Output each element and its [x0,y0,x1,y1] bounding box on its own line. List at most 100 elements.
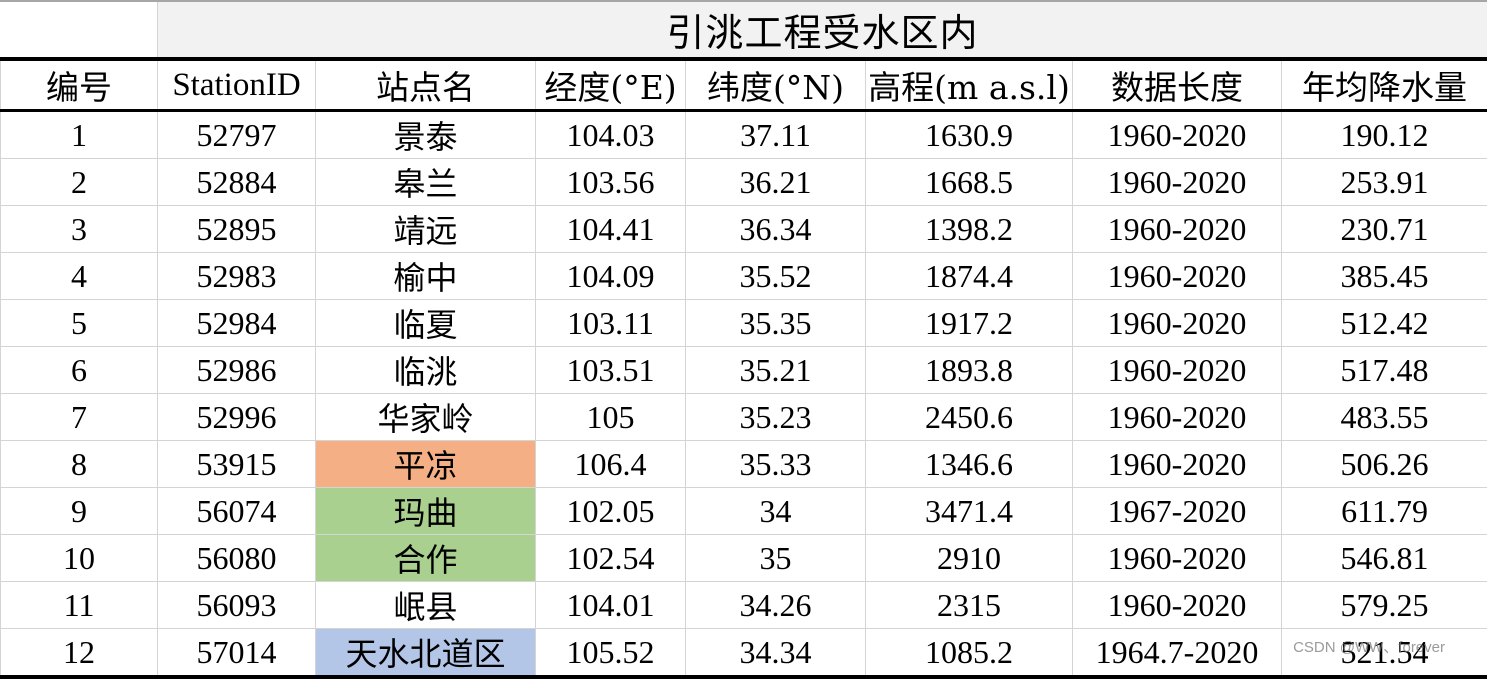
cell-no[interactable]: 9 [1,488,158,535]
cell-annual-precip[interactable]: 253.91 [1282,159,1487,206]
cell-latitude[interactable]: 36.21 [686,159,866,206]
cell-no[interactable]: 5 [1,300,158,347]
cell-latitude[interactable]: 35.23 [686,394,866,441]
cell-elevation[interactable]: 1346.6 [866,441,1073,488]
header-no[interactable]: 编号 [1,59,158,111]
cell-annual-precip[interactable]: 579.25 [1282,582,1487,629]
cell-no[interactable]: 4 [1,253,158,300]
cell-station-id[interactable]: 53915 [158,441,316,488]
cell-elevation[interactable]: 2315 [866,582,1073,629]
cell-station-id[interactable]: 52986 [158,347,316,394]
cell-elevation[interactable]: 1668.5 [866,159,1073,206]
cell-station-name[interactable]: 天水北道区 [316,629,536,678]
header-elevation[interactable]: 高程(m a.s.l) [866,59,1073,111]
cell-data-period[interactable]: 1960-2020 [1073,111,1282,159]
cell-latitude[interactable]: 36.34 [686,206,866,253]
cell-annual-precip[interactable]: 190.12 [1282,111,1487,159]
header-longitude[interactable]: 经度(°E) [536,59,686,111]
cell-station-name[interactable]: 靖远 [316,206,536,253]
cell-data-period[interactable]: 1960-2020 [1073,347,1282,394]
cell-latitude[interactable]: 35.21 [686,347,866,394]
cell-longitude[interactable]: 105 [536,394,686,441]
cell-station-name[interactable]: 华家岭 [316,394,536,441]
cell-elevation[interactable]: 1630.9 [866,111,1073,159]
cell-elevation[interactable]: 1917.2 [866,300,1073,347]
cell-no[interactable]: 3 [1,206,158,253]
cell-elevation[interactable]: 3471.4 [866,488,1073,535]
cell-annual-precip[interactable]: 230.71 [1282,206,1487,253]
cell-annual-precip[interactable]: 385.45 [1282,253,1487,300]
cell-no[interactable]: 6 [1,347,158,394]
cell-data-period[interactable]: 1964.7-2020 [1073,629,1282,678]
cell-station-id[interactable]: 52983 [158,253,316,300]
cell-elevation[interactable]: 1874.4 [866,253,1073,300]
cell-latitude[interactable]: 34 [686,488,866,535]
cell-station-name[interactable]: 玛曲 [316,488,536,535]
cell-data-period[interactable]: 1960-2020 [1073,582,1282,629]
cell-station-name[interactable]: 临夏 [316,300,536,347]
cell-data-period[interactable]: 1960-2020 [1073,300,1282,347]
cell-station-id[interactable]: 52996 [158,394,316,441]
cell-elevation[interactable]: 1085.2 [866,629,1073,678]
cell-latitude[interactable]: 37.11 [686,111,866,159]
cell-longitude[interactable]: 103.51 [536,347,686,394]
cell-annual-precip[interactable]: 521.54 [1282,629,1487,678]
cell-annual-precip[interactable]: 506.26 [1282,441,1487,488]
cell-station-name[interactable]: 岷县 [316,582,536,629]
cell-annual-precip[interactable]: 512.42 [1282,300,1487,347]
cell-data-period[interactable]: 1967-2020 [1073,488,1282,535]
cell-longitude[interactable]: 103.56 [536,159,686,206]
cell-annual-precip[interactable]: 483.55 [1282,394,1487,441]
cell-latitude[interactable]: 35.52 [686,253,866,300]
cell-longitude[interactable]: 104.01 [536,582,686,629]
cell-station-id[interactable]: 56074 [158,488,316,535]
cell-data-period[interactable]: 1960-2020 [1073,394,1282,441]
cell-no[interactable]: 11 [1,582,158,629]
cell-annual-precip[interactable]: 546.81 [1282,535,1487,582]
cell-no[interactable]: 12 [1,629,158,678]
cell-longitude[interactable]: 104.03 [536,111,686,159]
cell-data-period[interactable]: 1960-2020 [1073,253,1282,300]
cell-latitude[interactable]: 35 [686,535,866,582]
cell-latitude[interactable]: 34.34 [686,629,866,678]
cell-no[interactable]: 1 [1,111,158,159]
header-station-name[interactable]: 站点名 [316,59,536,111]
cell-longitude[interactable]: 104.41 [536,206,686,253]
cell-longitude[interactable]: 105.52 [536,629,686,678]
cell-elevation[interactable]: 1398.2 [866,206,1073,253]
cell-no[interactable]: 2 [1,159,158,206]
cell-station-id[interactable]: 57014 [158,629,316,678]
cell-station-id[interactable]: 56080 [158,535,316,582]
cell-station-name[interactable]: 榆中 [316,253,536,300]
header-data-period[interactable]: 数据长度 [1073,59,1282,111]
header-station-id[interactable]: StationID [158,59,316,111]
cell-station-id[interactable]: 52984 [158,300,316,347]
cell-annual-precip[interactable]: 611.79 [1282,488,1487,535]
cell-station-name[interactable]: 临洮 [316,347,536,394]
header-latitude[interactable]: 纬度(°N) [686,59,866,111]
cell-elevation[interactable]: 2450.6 [866,394,1073,441]
cell-latitude[interactable]: 35.33 [686,441,866,488]
cell-annual-precip[interactable]: 517.48 [1282,347,1487,394]
cell-station-id[interactable]: 52797 [158,111,316,159]
blank-cell[interactable] [1,2,158,59]
cell-data-period[interactable]: 1960-2020 [1073,441,1282,488]
cell-station-name[interactable]: 平凉 [316,441,536,488]
cell-latitude[interactable]: 34.26 [686,582,866,629]
cell-station-id[interactable]: 52895 [158,206,316,253]
cell-station-id[interactable]: 56093 [158,582,316,629]
cell-elevation[interactable]: 2910 [866,535,1073,582]
cell-station-name[interactable]: 景泰 [316,111,536,159]
cell-no[interactable]: 7 [1,394,158,441]
cell-no[interactable]: 10 [1,535,158,582]
cell-latitude[interactable]: 35.35 [686,300,866,347]
cell-longitude[interactable]: 106.4 [536,441,686,488]
cell-longitude[interactable]: 103.11 [536,300,686,347]
cell-station-name[interactable]: 合作 [316,535,536,582]
cell-longitude[interactable]: 104.09 [536,253,686,300]
table-title[interactable]: 引洮工程受水区内 [158,2,1487,59]
cell-station-id[interactable]: 52884 [158,159,316,206]
cell-elevation[interactable]: 1893.8 [866,347,1073,394]
cell-longitude[interactable]: 102.54 [536,535,686,582]
cell-data-period[interactable]: 1960-2020 [1073,159,1282,206]
